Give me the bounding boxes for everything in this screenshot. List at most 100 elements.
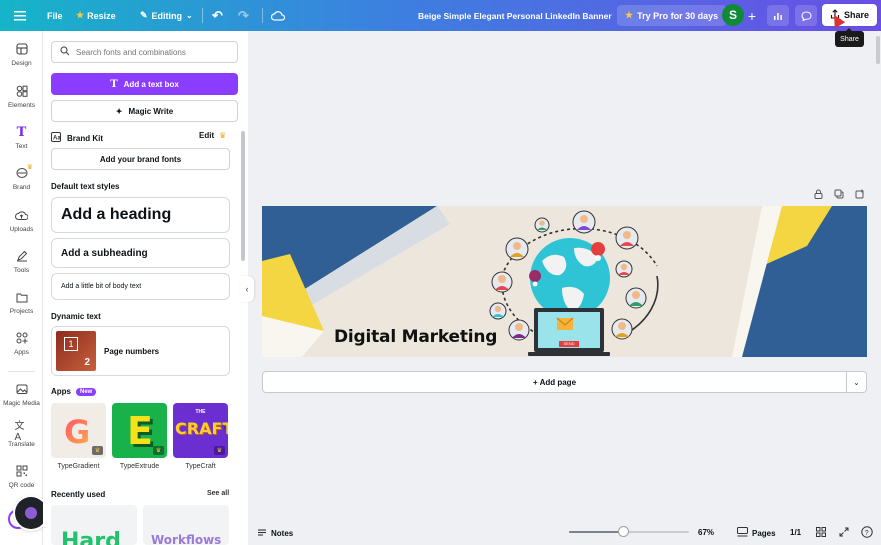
add-text-box-button[interactable]: T Add a text box [51,73,238,95]
lock-icon[interactable] [814,189,823,201]
crown-icon: ♛ [153,446,164,455]
undo-icon[interactable]: ↶ [212,0,223,31]
rail-label: Design [11,60,32,67]
zoom-slider-fill [569,531,623,533]
new-badge: New [76,387,97,396]
crown-icon: ♛ [26,164,33,171]
collapse-panel-button[interactable]: ‹ [240,276,254,302]
divider [202,8,203,23]
rail-item-design[interactable]: Design [0,42,43,80]
brand-kit-edit[interactable]: Edit ♛ [199,131,226,140]
craft-logo: CRAFT [175,419,228,438]
canvas-scrollbar[interactable] [876,36,880,64]
pen-icon [15,249,29,263]
magic-write-button[interactable]: ✦ Magic Write [51,100,238,122]
rail-label: Apps [14,349,29,356]
add-heading-button[interactable]: Add a heading [51,197,230,233]
search-input[interactable] [76,47,226,57]
add-page-button[interactable]: + Add page [262,371,847,393]
rail-label: Elements [7,102,36,109]
help-icon[interactable]: ? [861,526,873,538]
page-number-digit: 1 [64,337,78,351]
rail-item-magic-media[interactable]: Magic Media [0,382,43,420]
grid-view-icon[interactable] [816,527,826,537]
rail-item-qr-code[interactable]: QR code [0,464,43,502]
zoom-slider-track[interactable] [569,531,689,533]
translate-icon: 文A [14,421,25,443]
share-button[interactable]: Share [822,4,877,26]
apps-header: Apps New [51,387,97,396]
add-page-dropdown[interactable]: ⌄ [847,371,867,393]
page-numbers-button[interactable]: 1 2 Page numbers [51,326,230,376]
document-title[interactable]: Beige Simple Elegant Personal LinkedIn B… [418,0,612,31]
app-tile-typecraft[interactable]: THE CRAFT ♛ [173,403,228,458]
brand-kit-title: Brand Kit [67,133,103,143]
avatar[interactable]: S [722,4,744,26]
file-menu[interactable]: File [47,0,63,31]
search-icon [60,45,70,59]
try-pro-button[interactable]: ★ Try Pro for 30 days [617,5,727,26]
rail-item-text[interactable]: T Text [0,125,43,163]
insights-icon[interactable] [767,5,789,26]
zoom-slider-thumb[interactable] [618,526,629,537]
editing-mode-dropdown[interactable]: ✎ Editing ⌄ [140,0,193,31]
crown-icon: ★ [625,10,634,20]
page-number-digit: 2 [84,357,90,368]
resize-button[interactable]: ★ Resize [76,0,116,31]
rail-label: QR code [8,482,35,489]
recent-item[interactable]: Hard [51,505,137,545]
cloud-saved-icon[interactable] [271,0,285,31]
redo-icon[interactable]: ↷ [238,0,249,31]
extrude-e-logo: E [127,409,153,453]
magic-media-icon [15,382,29,396]
app-tile-typegradient[interactable]: G ♛ [51,403,106,458]
rail-item-translate[interactable]: 文A Translate [0,421,43,461]
add-collaborator-icon[interactable]: + [742,5,762,26]
banner-headline[interactable]: Digital Marketing [334,327,497,347]
recent-item[interactable]: Workflows [143,505,229,545]
add-page-icon[interactable] [855,189,865,201]
text-panel: T Add a text box ✦ Magic Write Aa Brand … [43,31,248,545]
brand-kit-header: Aa Brand Kit [51,131,103,145]
left-rail: Design Elements T Text ♛ Brand Uploads T… [0,31,43,545]
rail-label: Projects [9,308,34,315]
rail-item-brand[interactable]: ♛ Brand [0,164,43,204]
app-tile-typeextrude[interactable]: E ♛ [112,403,167,458]
share-tooltip: Share [835,28,864,47]
shapes-icon [15,84,29,98]
svg-text:?: ? [865,530,869,537]
rail-item-apps[interactable]: Apps [0,331,43,369]
crown-icon: ♛ [219,131,227,140]
recently-used-title: Recently used [51,490,106,499]
search-box[interactable] [51,41,238,63]
typecraft-small-text: THE [195,409,206,415]
comment-icon[interactable] [795,5,817,26]
zoom-level[interactable]: 67% [698,528,714,537]
chevron-left-icon: ‹ [245,284,249,294]
page-numbers-thumbnail: 1 2 [56,331,96,371]
duplicate-icon[interactable] [834,189,844,201]
see-all-link[interactable]: See all [207,490,229,497]
rail-item-tools[interactable]: Tools [0,249,43,287]
add-subheading-button[interactable]: Add a subheading [51,238,230,268]
rail-item-uploads[interactable]: Uploads [0,208,43,246]
crown-icon: ♛ [214,446,225,455]
rail-item-projects[interactable]: Projects [0,290,43,328]
default-text-styles-title: Default text styles [51,182,120,191]
edit-label: Edit [199,131,215,140]
fullscreen-icon[interactable] [839,527,849,537]
recent-item-text: Hard [61,529,121,545]
design-canvas[interactable]: Digital Marketing SEND [262,206,867,357]
add-brand-fonts-button[interactable]: Add your brand fonts [51,148,230,170]
hamburger-menu-icon[interactable] [14,0,26,31]
add-body-text-button[interactable]: Add a little bit of body text [51,273,230,300]
notes-button[interactable]: Notes [257,528,293,539]
pages-button[interactable]: Pages [737,527,776,539]
chevron-right-icon[interactable]: › [223,422,226,433]
apps-title: Apps [51,387,71,396]
divider [8,371,35,372]
apps-icon [15,331,29,345]
panel-scrollbar[interactable] [241,131,245,261]
rail-item-elements[interactable]: Elements [0,84,43,122]
brand-kit-icon: Aa [51,131,61,145]
